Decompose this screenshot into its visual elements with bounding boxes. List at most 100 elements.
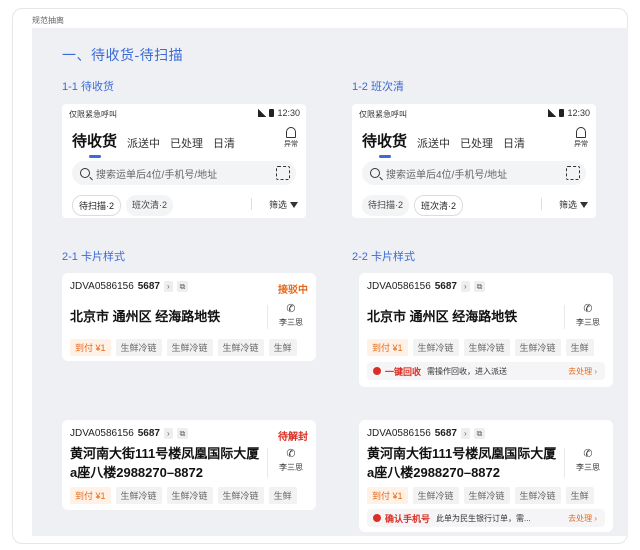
- delivery-address: 北京市 通州区 经海路地铁: [367, 309, 518, 324]
- tag: 生鲜: [268, 487, 297, 504]
- tag: 生鲜冷链: [115, 339, 162, 356]
- order-card-2[interactable]: JDVA0586156 5687 › ⧉ 北京市 通州区 经海路地铁 ✆ 李三思 到付 …: [359, 273, 613, 387]
- tag: 生鲜冷链: [412, 339, 459, 356]
- signal-icon: [258, 109, 267, 117]
- order-card-1[interactable]: JDVA0586156 5687 › ⧉ 接驳中 北京市 通州区 经海路地铁 ✆ 李三思…: [62, 273, 316, 361]
- address-line-2: a座八楼2988270–8872: [367, 465, 500, 480]
- battery-icon: [559, 109, 565, 117]
- divider: [267, 305, 268, 329]
- contact-name: 李三思: [576, 463, 600, 472]
- scan-icon[interactable]: [566, 166, 580, 180]
- filter-icon: [580, 201, 588, 208]
- notice-title: 一键回收: [385, 366, 422, 377]
- chevron-right-icon[interactable]: ›: [461, 428, 470, 439]
- filter-button[interactable]: 筛选: [269, 198, 298, 211]
- exception-button[interactable]: 异常: [574, 127, 588, 149]
- tag: 生鲜冷链: [217, 487, 264, 504]
- notice-bar[interactable]: 一键回收 需操作回收，进入派送 去处理 ›: [367, 362, 605, 380]
- delivery-address: 黄河南大街111号楼凤凰国际大厦 a座八楼2988270–8872: [367, 444, 556, 482]
- process-link[interactable]: 去处理 ›: [568, 513, 597, 524]
- chevron-right-icon[interactable]: ›: [164, 428, 173, 439]
- header-panel-2: 仅限紧急呼叫 12:30 待收货 派送中 已处理 日清 异常 搜索运单后4位/手…: [352, 104, 596, 218]
- order-card-3[interactable]: JDVA0586156 5687 › ⧉ 待解封 黄河南大街111号楼凤凰国际大厦 a座…: [62, 420, 316, 510]
- chip-shift-clear[interactable]: 班次清·2: [126, 195, 174, 216]
- tab-delivering[interactable]: 派送中: [417, 135, 450, 151]
- call-button[interactable]: ✆ 李三思: [571, 303, 605, 328]
- tab-receive[interactable]: 待收货: [362, 130, 407, 158]
- tab-delivering[interactable]: 派送中: [127, 135, 160, 151]
- phone-icon: ✆: [286, 303, 296, 315]
- tag: 生鲜冷链: [514, 339, 561, 356]
- process-link[interactable]: 去处理 ›: [568, 366, 597, 377]
- tab-daily[interactable]: 日清: [213, 135, 235, 151]
- tag-cod: 到付 ¥1: [70, 339, 111, 356]
- frame-label: 规范抽离: [32, 16, 64, 25]
- status-time: 12:30: [277, 108, 300, 118]
- search-input[interactable]: 搜索运单后4位/手机号/地址: [362, 161, 586, 185]
- search-icon: [80, 168, 90, 178]
- address-line-2: a座八楼2988270–8872: [70, 465, 203, 480]
- waybill-suffix: 5687: [137, 428, 160, 439]
- signal-icon: [548, 109, 557, 117]
- waybill-number: JDVA0586156: [367, 281, 431, 292]
- process-label: 去处理: [568, 366, 593, 376]
- subtitle-1-1: 1-1 待收货: [62, 81, 114, 93]
- status-carrier: 仅限紧急呼叫: [359, 110, 407, 119]
- alarm-icon: [286, 127, 296, 138]
- call-button[interactable]: ✆ 李三思: [571, 448, 605, 473]
- divider: [267, 448, 268, 478]
- waybill-number: JDVA0586156: [70, 281, 134, 292]
- tag: 生鲜冷链: [217, 339, 264, 356]
- filter-icon: [290, 201, 298, 208]
- chip-shift-clear[interactable]: 班次清·2: [414, 195, 464, 216]
- filter-label: 筛选: [268, 200, 287, 210]
- chip-to-scan[interactable]: 待扫描·2: [72, 195, 122, 216]
- contact-name: 李三思: [279, 318, 303, 327]
- waybill-suffix: 5687: [137, 281, 160, 292]
- waybill-suffix: 5687: [434, 428, 457, 439]
- order-card-4[interactable]: JDVA0586156 5687 › ⧉ 黄河南大街111号楼凤凰国际大厦 a座八楼29…: [359, 420, 613, 532]
- subtitle-1-2: 1-2 班次清: [352, 81, 404, 93]
- filter-button[interactable]: 筛选: [559, 198, 588, 211]
- divider: [251, 198, 252, 210]
- divider: [541, 198, 542, 210]
- tab-daily[interactable]: 日清: [503, 135, 525, 151]
- notice-text: 此单为民生银行订单，需...: [436, 513, 531, 523]
- alert-icon: [373, 514, 381, 522]
- divider: [564, 305, 565, 329]
- tag: 生鲜冷链: [514, 487, 561, 504]
- chip-to-scan[interactable]: 待扫描·2: [362, 195, 410, 216]
- tag: 生鲜冷链: [463, 339, 510, 356]
- delivery-address: 北京市 通州区 经海路地铁: [70, 309, 221, 324]
- copy-icon[interactable]: ⧉: [176, 428, 189, 439]
- tab-receive[interactable]: 待收货: [72, 130, 117, 158]
- notice-bar[interactable]: 确认手机号 此单为民生银行订单，需... 去处理 ›: [367, 509, 605, 527]
- exception-button[interactable]: 异常: [284, 127, 298, 149]
- chevron-right-icon[interactable]: ›: [461, 281, 470, 292]
- copy-icon[interactable]: ⧉: [473, 281, 486, 292]
- tab-processed[interactable]: 已处理: [460, 135, 493, 151]
- subtitle-2-2: 2-2 卡片样式: [352, 251, 415, 263]
- notice-title: 确认手机号: [385, 513, 431, 524]
- tab-processed[interactable]: 已处理: [170, 135, 203, 151]
- tag: 生鲜: [565, 339, 594, 356]
- call-button[interactable]: ✆ 李三思: [274, 303, 308, 328]
- filter-label: 筛选: [558, 200, 577, 210]
- process-label: 去处理: [568, 513, 593, 523]
- phone-icon: ✆: [286, 448, 296, 460]
- address-line-1: 黄河南大街111号楼凤凰国际大厦: [367, 446, 557, 461]
- battery-icon: [269, 109, 275, 117]
- search-placeholder: 搜索运单后4位/手机号/地址: [386, 169, 508, 181]
- status-bar: 仅限紧急呼叫 12:30: [62, 104, 306, 122]
- copy-icon[interactable]: ⧉: [473, 428, 486, 439]
- call-button[interactable]: ✆ 李三思: [274, 448, 308, 473]
- status-badge: 接驳中: [278, 285, 308, 296]
- search-input[interactable]: 搜索运单后4位/手机号/地址: [72, 161, 296, 185]
- tag: 生鲜冷链: [115, 487, 162, 504]
- copy-icon[interactable]: ⧉: [176, 281, 189, 292]
- chevron-right-icon[interactable]: ›: [164, 281, 173, 292]
- section-title: 一、待收货-待扫描: [62, 47, 184, 63]
- waybill-number: JDVA0586156: [367, 428, 431, 439]
- divider: [564, 448, 565, 478]
- scan-icon[interactable]: [276, 166, 290, 180]
